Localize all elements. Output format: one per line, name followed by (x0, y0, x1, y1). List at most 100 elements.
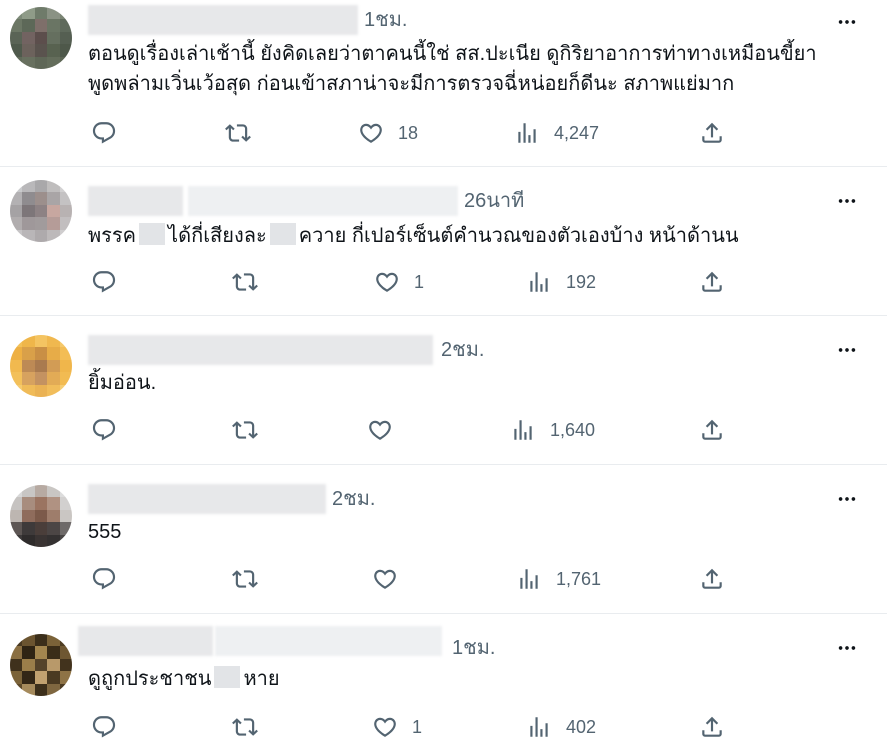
share-icon (699, 714, 725, 740)
post-timestamp[interactable]: 2ชม. (332, 484, 375, 514)
censored-word (139, 223, 166, 245)
view-count: 1,761 (556, 568, 602, 589)
reply-post[interactable]: 2ชม. 555 1,761 (0, 465, 887, 613)
heart-icon (372, 566, 398, 592)
post-text-line: พูดพล่ามเวิ่นเว้อสุด ก่อนเข้าสภาน่าจะมีก… (88, 73, 735, 95)
more-options-button[interactable] (832, 7, 862, 37)
post-text-segment: ดูถูกประชาชน (88, 668, 212, 690)
reply-post[interactable]: 1ชม. ดูถูกประชาชน หาย 1 402 (0, 614, 887, 749)
like-count: 1 (412, 716, 423, 737)
reply-post[interactable]: 1ชม. ตอนดูเรื่องเล่าเช้านี้ ยังคิดเลยว่า… (0, 0, 887, 166)
post-timestamp[interactable]: 1ชม. (452, 633, 495, 663)
author-name-redacted[interactable] (88, 186, 183, 216)
post-text-segment: ควาย กี่เปอร์เซ็นต์คำนวณของตัวเองบ้าง หน… (298, 225, 739, 247)
like-button[interactable]: 1 (374, 269, 424, 295)
author-handle-redacted[interactable] (188, 186, 458, 216)
share-button[interactable] (699, 417, 725, 443)
heart-icon (372, 714, 398, 740)
views-button[interactable]: 1,640 (510, 417, 595, 443)
reply-post[interactable]: 2ชม. ยิ้มอ่อน. 1,640 (0, 316, 887, 464)
repost-button[interactable] (232, 566, 258, 592)
heart-icon (374, 269, 400, 295)
views-icon (526, 714, 552, 740)
more-options-button[interactable] (832, 186, 862, 216)
repost-button[interactable] (232, 417, 258, 443)
post-text: ดูถูกประชาชน หาย (88, 664, 280, 694)
view-count: 192 (566, 271, 597, 292)
like-button[interactable] (372, 566, 412, 592)
reply-button[interactable] (91, 566, 117, 592)
author-name-redacted[interactable] (88, 335, 433, 365)
reply-icon (91, 714, 117, 740)
repost-button[interactable] (225, 120, 251, 146)
like-button[interactable]: 1 (372, 714, 422, 740)
like-button[interactable]: 18 (358, 120, 418, 146)
more-options-button[interactable] (832, 335, 862, 365)
share-button[interactable] (699, 714, 725, 740)
repost-icon (225, 120, 251, 146)
author-name-redacted[interactable] (88, 5, 358, 35)
censored-word (214, 666, 241, 688)
avatar[interactable] (10, 180, 72, 242)
reply-button[interactable] (91, 714, 117, 740)
censored-word (269, 223, 296, 245)
avatar[interactable] (10, 335, 72, 397)
view-count: 4,247 (554, 122, 600, 143)
reply-icon (91, 417, 117, 443)
post-text-line: ตอนดูเรื่องเล่าเช้านี้ ยังคิดเลยว่าตาคนน… (88, 43, 817, 65)
views-button[interactable]: 1,761 (516, 566, 601, 592)
repost-icon (232, 714, 258, 740)
post-text-segment: ได้กี่เสียงละ (168, 225, 267, 247)
post-timestamp[interactable]: 2ชม. (441, 335, 484, 365)
author-name-redacted[interactable] (88, 484, 326, 514)
post-text: 555 (88, 521, 122, 543)
reply-button[interactable] (91, 120, 117, 146)
post-timestamp[interactable]: 26นาที (464, 186, 524, 216)
reply-icon (91, 566, 117, 592)
reply-feed: 1ชม. ตอนดูเรื่องเล่าเช้านี้ ยังคิดเลยว่า… (0, 0, 887, 749)
avatar[interactable] (10, 7, 72, 69)
avatar[interactable] (10, 485, 72, 547)
reply-icon (91, 120, 117, 146)
more-options-icon (836, 488, 858, 510)
more-options-icon (836, 190, 858, 212)
more-options-icon (836, 11, 858, 33)
post-timestamp[interactable]: 1ชม. (364, 5, 407, 35)
repost-icon (232, 566, 258, 592)
reply-button[interactable] (91, 417, 117, 443)
avatar[interactable] (10, 634, 72, 696)
more-options-icon (836, 637, 858, 659)
views-button[interactable]: 402 (526, 714, 596, 740)
post-text: ตอนดูเรื่องเล่าเช้านี้ ยังคิดเลยว่าตาคนน… (88, 39, 878, 99)
post-text: ยิ้มอ่อน. (88, 372, 157, 394)
author-handle-redacted[interactable] (215, 626, 442, 656)
repost-button[interactable] (232, 714, 258, 740)
share-icon (699, 417, 725, 443)
view-count: 1,640 (550, 419, 596, 440)
views-icon (526, 269, 552, 295)
more-options-button[interactable] (832, 633, 862, 663)
heart-icon (367, 417, 393, 443)
share-button[interactable] (699, 269, 725, 295)
post-text: พรรค ได้กี่เสียงละ ควาย กี่เปอร์เซ็นต์คำนว… (88, 221, 739, 251)
share-icon (699, 566, 725, 592)
more-options-button[interactable] (832, 484, 862, 514)
author-name-redacted[interactable] (78, 626, 213, 656)
like-count: 18 (398, 122, 419, 143)
views-button[interactable]: 4,247 (514, 120, 599, 146)
share-icon (699, 269, 725, 295)
share-button[interactable] (699, 566, 725, 592)
like-count: 1 (414, 271, 425, 292)
heart-icon (358, 120, 384, 146)
reply-button[interactable] (91, 269, 117, 295)
views-icon (514, 120, 540, 146)
repost-icon (232, 417, 258, 443)
view-count: 402 (566, 716, 597, 737)
post-text-segment: พรรค (88, 225, 137, 247)
share-icon (699, 120, 725, 146)
reply-post[interactable]: 26นาที พรรค ได้กี่เสียงละ ควาย กี่เปอร์เซ็… (0, 167, 887, 315)
repost-button[interactable] (232, 269, 258, 295)
like-button[interactable] (367, 417, 407, 443)
share-button[interactable] (699, 120, 725, 146)
views-button[interactable]: 192 (526, 269, 596, 295)
